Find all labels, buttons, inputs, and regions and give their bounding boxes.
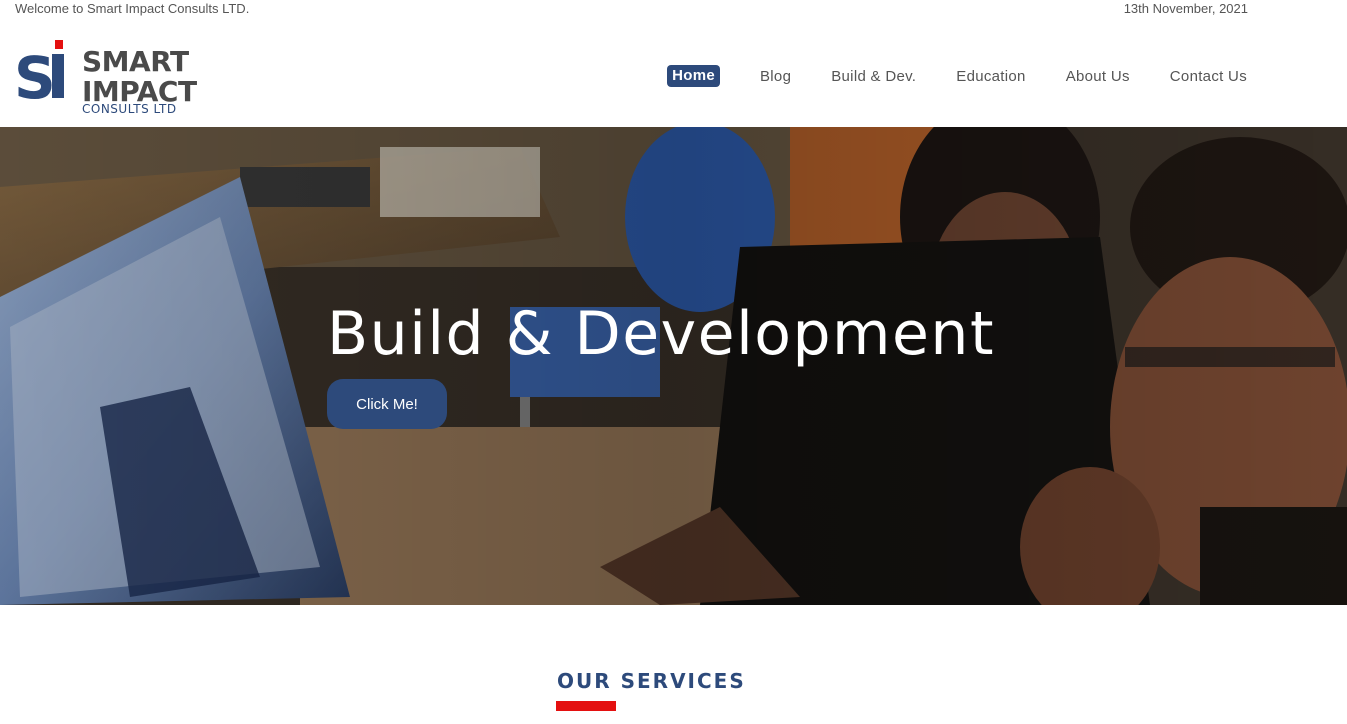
- main-nav: Home Blog Build & Dev. Education About U…: [667, 65, 1247, 87]
- svg-text:CONSULTS LTD: CONSULTS LTD: [82, 102, 177, 116]
- date-text: 13th November, 2021: [1123, 1, 1248, 16]
- nav-item-blog[interactable]: Blog: [760, 68, 791, 85]
- services-title: OUR SERVICES: [557, 669, 746, 693]
- nav-item-contact-us[interactable]: Contact Us: [1170, 68, 1247, 85]
- top-bar: Welcome to Smart Impact Consults LTD. 13…: [0, 0, 1347, 20]
- site-header: S SMART IMPACT CONSULTS LTD Home Blog Bu…: [0, 20, 1347, 127]
- company-logo[interactable]: S SMART IMPACT CONSULTS LTD: [14, 40, 219, 116]
- nav-item-build-dev[interactable]: Build & Dev.: [831, 68, 916, 85]
- svg-text:SMART: SMART: [82, 45, 189, 78]
- services-section: OUR SERVICES: [0, 605, 1347, 724]
- hero-banner: Build & Development Click Me!: [0, 127, 1347, 605]
- welcome-text: Welcome to Smart Impact Consults LTD.: [15, 1, 250, 16]
- hero-cta-button[interactable]: Click Me!: [327, 379, 447, 429]
- nav-item-home[interactable]: Home: [667, 65, 720, 87]
- hero-title: Build & Development: [327, 299, 995, 369]
- nav-item-about-us[interactable]: About Us: [1066, 68, 1130, 85]
- svg-text:S: S: [14, 44, 56, 112]
- nav-item-education[interactable]: Education: [956, 68, 1025, 85]
- services-title-underline: [556, 701, 616, 711]
